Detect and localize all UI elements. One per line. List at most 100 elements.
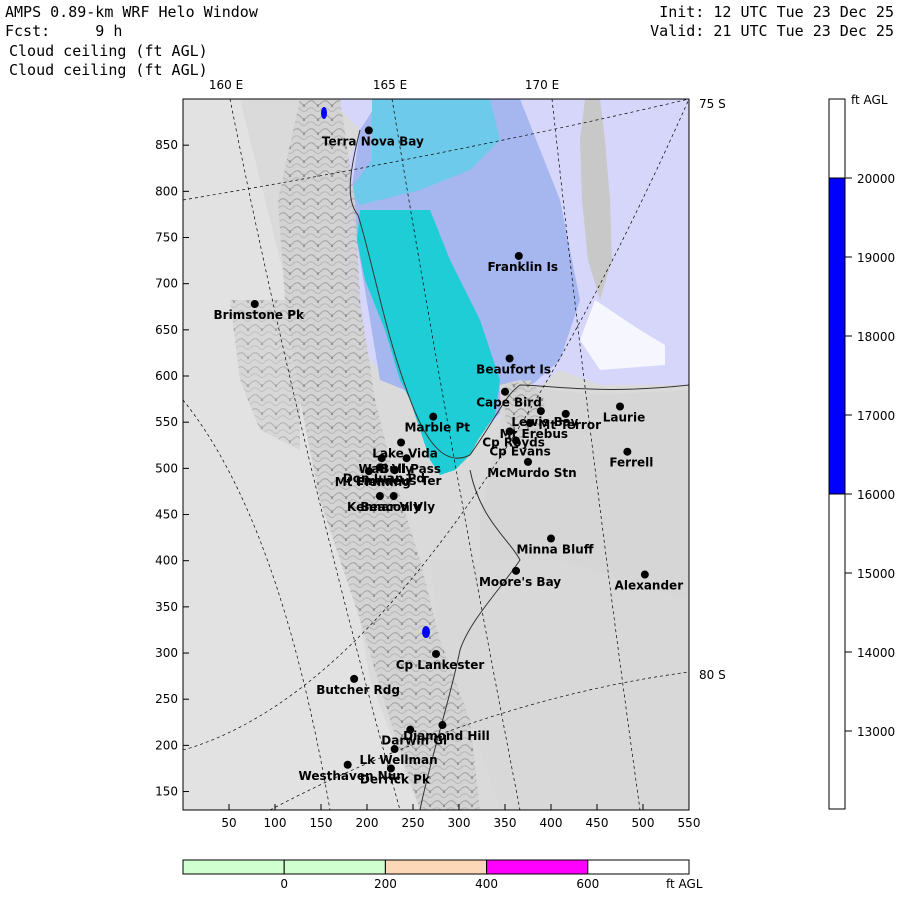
blue-ceiling-spot [321, 107, 327, 119]
station-marker [505, 354, 514, 363]
longitude-label: 165 E [373, 78, 407, 92]
colorbar-right-label: 16000 [857, 488, 895, 502]
station-marker [375, 463, 384, 472]
station-marker [389, 492, 398, 501]
station-marker [623, 447, 632, 456]
station-marker [505, 427, 514, 436]
station-marker [501, 387, 509, 396]
station-label: Moore's Bay [479, 575, 561, 589]
y-tick-label: 350 [155, 600, 178, 614]
station-marker [512, 436, 521, 445]
latitude-label: 80 S [699, 668, 726, 682]
colorbar-bottom-swatch [283, 859, 386, 875]
x-tick-label: 250 [402, 816, 425, 830]
colorbar-right-label: 19000 [857, 251, 895, 265]
y-tick-label: 650 [155, 323, 178, 337]
station-label: Laurie [603, 410, 645, 424]
colorbar-right-label: 18000 [857, 330, 895, 344]
station-marker [438, 721, 447, 730]
y-tick-label: 150 [155, 785, 178, 799]
station-marker [364, 126, 373, 135]
colorbar-bottom-swatch [384, 859, 488, 875]
station-marker [386, 764, 395, 773]
y-tick-label: 500 [155, 461, 178, 475]
station-marker [377, 454, 386, 463]
station-label: Diamond Hill [403, 729, 490, 743]
station-label: Cape Bird [476, 396, 542, 410]
station-label: Franklin Is [488, 260, 559, 274]
y-tick-label: 800 [155, 184, 178, 198]
colorbar-right-label: 15000 [857, 567, 895, 581]
station-marker [250, 299, 259, 308]
colorbar-bottom-swatch [182, 859, 285, 875]
station-label: Lk Wellman [360, 753, 438, 767]
x-tick-label: 450 [586, 816, 609, 830]
station-marker [343, 760, 352, 769]
station-label: Marble Pt [404, 421, 470, 435]
station-marker [524, 457, 532, 466]
colorbar-bottom-label: 200 [374, 877, 397, 891]
y-tick-label: 450 [155, 508, 178, 522]
station-label: Cp Lankester [396, 658, 485, 672]
station-label: Brimstone Pk [214, 308, 305, 322]
x-tick-label: 550 [678, 816, 701, 830]
station-label: Alexander [615, 579, 684, 593]
station-label: McMurdo Stn [487, 466, 576, 480]
station-label: Cp Evans [489, 445, 550, 459]
station-label: Minna Bluff [517, 543, 594, 557]
station-marker [514, 251, 523, 260]
x-tick-label: 350 [494, 816, 517, 830]
station-marker [390, 466, 399, 475]
station-marker [432, 649, 440, 658]
colorbar-bottom-swatch [587, 859, 690, 875]
station-label: Linnaeus Ter [356, 474, 442, 488]
station-label: Ferrell [609, 456, 653, 470]
x-tick-label: 100 [264, 816, 287, 830]
colorbar-bottom: 0 200 400 600 [182, 859, 690, 891]
y-tick-label: 550 [155, 415, 178, 429]
longitude-label: 170 E [525, 78, 559, 92]
station-label: Derrick Pk [360, 772, 431, 786]
station-marker [561, 409, 570, 418]
y-tick-label: 750 [155, 231, 178, 245]
colorbar-right: 20000 19000 18000 17000 16000 15000 14000 13000 [828, 98, 895, 810]
x-tick-label: 150 [310, 816, 333, 830]
latitude-label: 75 S [699, 97, 726, 111]
station-marker [397, 438, 406, 447]
colorbar-bottom-label: 600 [576, 877, 599, 891]
y-tick-label: 300 [155, 646, 178, 660]
colorbar-right-unit: ft AGL [851, 93, 888, 107]
colorbar-bottom-label: 400 [475, 877, 498, 891]
station-marker [350, 674, 359, 683]
y-tick-label: 600 [155, 369, 178, 383]
station-marker [536, 407, 545, 416]
station-marker [640, 570, 649, 579]
station-marker [547, 534, 555, 543]
y-tick-label: 700 [155, 277, 178, 291]
x-tick-label: 50 [221, 816, 236, 830]
colorbar-right-label: 17000 [857, 409, 895, 423]
station-label: Beaufort Is [476, 362, 551, 376]
station-label: Beacon Vly [360, 500, 435, 514]
y-tick-label: 850 [155, 138, 178, 152]
station-marker [375, 492, 384, 501]
colorbar-bottom-swatch [486, 859, 589, 875]
station-label: Butcher Rdg [316, 683, 400, 697]
station-marker [429, 412, 438, 421]
x-tick-label: 500 [632, 816, 655, 830]
y-tick-label: 250 [155, 692, 178, 706]
station-marker [512, 566, 521, 575]
blue-ceiling-spot [422, 626, 430, 638]
x-tick-label: 300 [448, 816, 471, 830]
station-marker [525, 419, 534, 428]
y-tick-label: 200 [155, 738, 178, 752]
station-marker [390, 745, 399, 754]
colorbar-right-label: 13000 [857, 725, 895, 739]
longitude-label: 160 E [209, 78, 243, 92]
y-tick-label: 400 [155, 554, 178, 568]
colorbar-right-label: 20000 [857, 172, 895, 186]
station-label: Terra Nova Bay [322, 134, 424, 148]
x-tick-label: 200 [356, 816, 379, 830]
colorbar-bottom-unit: ft AGL [666, 877, 703, 891]
colorbar-right-label: 14000 [857, 646, 895, 660]
